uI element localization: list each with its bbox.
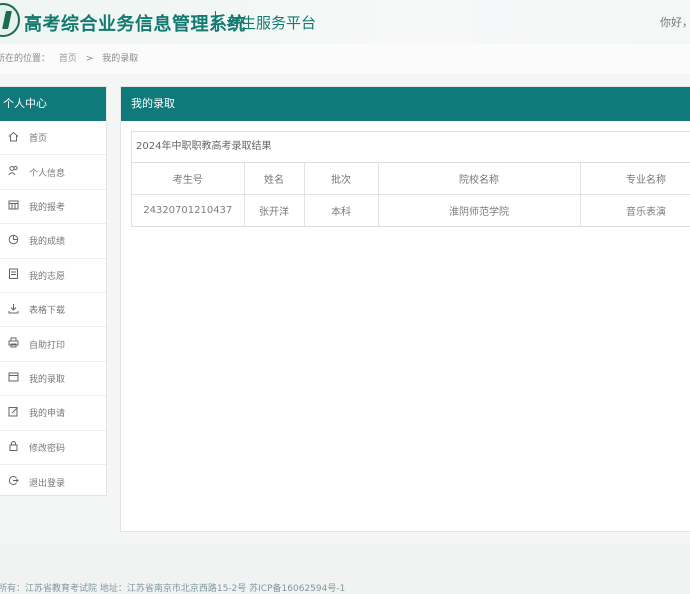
sidebar-item-form-download[interactable]: 表格下载 — [0, 293, 106, 328]
platform-subtitle: 考生服务平台 — [226, 14, 317, 32]
sidebar-item-home[interactable]: 首页 — [0, 121, 106, 156]
logout-icon — [7, 475, 19, 489]
app-header: 高考综合业务信息管理系统 考生服务平台 你好， — [0, 0, 690, 45]
title-divider — [215, 11, 216, 31]
printer-icon — [7, 337, 19, 351]
document-icon — [7, 268, 19, 282]
footer-info: 所有：江苏省教育考试院 地址：江苏省南京市北京西路15-2号 苏ICP备1606… — [0, 584, 346, 594]
cell-batch: 本科 — [304, 194, 379, 226]
sidebar-item-my-registration[interactable]: 我的报考 — [0, 190, 106, 225]
sidebar: 个人中心 首页 个人信息 我的报考 我的成绩 我的志愿 表格下载 自助打印 我的… — [0, 86, 107, 496]
sidebar-title: 个人中心 — [0, 87, 106, 121]
sidebar-item-label: 修改密码 — [29, 443, 66, 454]
sidebar-item-self-print[interactable]: 自助打印 — [0, 327, 106, 362]
logo-icon — [0, 3, 20, 37]
sidebar-item-change-password[interactable]: 修改密码 — [0, 431, 106, 465]
column-header-batch: 批次 — [304, 163, 379, 195]
sidebar-item-label: 我的报考 — [29, 202, 66, 213]
admission-table: 考生号 姓名 批次 院校名称 专业名称 24320701210437 张开洋 本… — [132, 163, 690, 226]
user-greeting: 你好， — [660, 16, 690, 29]
breadcrumb: 所在的位置： 首页 > 我的录取 — [0, 44, 690, 74]
sidebar-item-label: 退出登录 — [29, 478, 66, 489]
cell-exam-number: 24320701210437 — [132, 194, 245, 226]
sidebar-item-label: 表格下载 — [29, 306, 66, 317]
admission-result-box: 2024年中职职教高考录取结果 考生号 姓名 批次 院校名称 专业名称 2432… — [131, 131, 690, 227]
calendar-icon — [7, 199, 19, 213]
panel-title: 我的录取 — [121, 87, 690, 121]
column-header-major: 专业名称 — [580, 163, 690, 195]
column-header-school: 院校名称 — [378, 163, 581, 195]
column-header-exam-number: 考生号 — [132, 163, 245, 195]
sidebar-item-my-application[interactable]: 我的申请 — [0, 396, 106, 431]
table-header-row: 考生号 姓名 批次 院校名称 专业名称 — [132, 163, 690, 195]
cell-name: 张开洋 — [244, 194, 305, 226]
footer: 所有：江苏省教育考试院 地址：江苏省南京市北京西路15-2号 苏ICP备1606… — [0, 544, 690, 594]
sidebar-item-label: 首页 — [29, 134, 48, 145]
cell-major: 音乐表演 — [580, 194, 690, 226]
lock-icon — [7, 440, 19, 454]
pie-chart-icon — [7, 234, 19, 248]
breadcrumb-current: 我的录取 — [102, 54, 139, 64]
main-panel: 我的录取 2024年中职职教高考录取结果 考生号 姓名 批次 院校名称 专业名称… — [120, 86, 690, 532]
sidebar-item-logout[interactable]: 退出登录 — [0, 465, 106, 499]
sidebar-item-label: 我的录取 — [29, 374, 66, 385]
sidebar-item-label: 我的申请 — [29, 409, 66, 420]
sidebar-item-label: 个人信息 — [29, 168, 66, 179]
system-title: 高考综合业务信息管理系统 — [24, 14, 246, 35]
sidebar-item-personal-info[interactable]: 个人信息 — [0, 155, 106, 190]
home-icon — [7, 131, 19, 145]
sidebar-item-my-wishes[interactable]: 我的志愿 — [0, 259, 106, 293]
breadcrumb-prefix: 所在的位置： — [0, 54, 51, 64]
breadcrumb-separator: > — [85, 54, 94, 64]
table-row: 24320701210437 张开洋 本科 淮阴师范学院 音乐表演 — [132, 194, 690, 226]
sidebar-item-my-scores[interactable]: 我的成绩 — [0, 224, 106, 259]
download-icon — [7, 303, 19, 317]
cell-school: 淮阴师范学院 — [378, 194, 581, 226]
sidebar-item-label: 我的成绩 — [29, 237, 66, 248]
sidebar-item-my-admission[interactable]: 我的录取 — [0, 362, 106, 397]
sidebar-item-label: 我的志愿 — [29, 271, 66, 282]
edit-icon — [7, 406, 19, 420]
calendar-icon — [7, 371, 19, 385]
users-icon — [7, 165, 19, 179]
sidebar-item-label: 自助打印 — [29, 340, 66, 351]
breadcrumb-home-link[interactable]: 首页 — [59, 54, 77, 64]
column-header-name: 姓名 — [244, 163, 305, 195]
result-title: 2024年中职职教高考录取结果 — [132, 132, 690, 163]
